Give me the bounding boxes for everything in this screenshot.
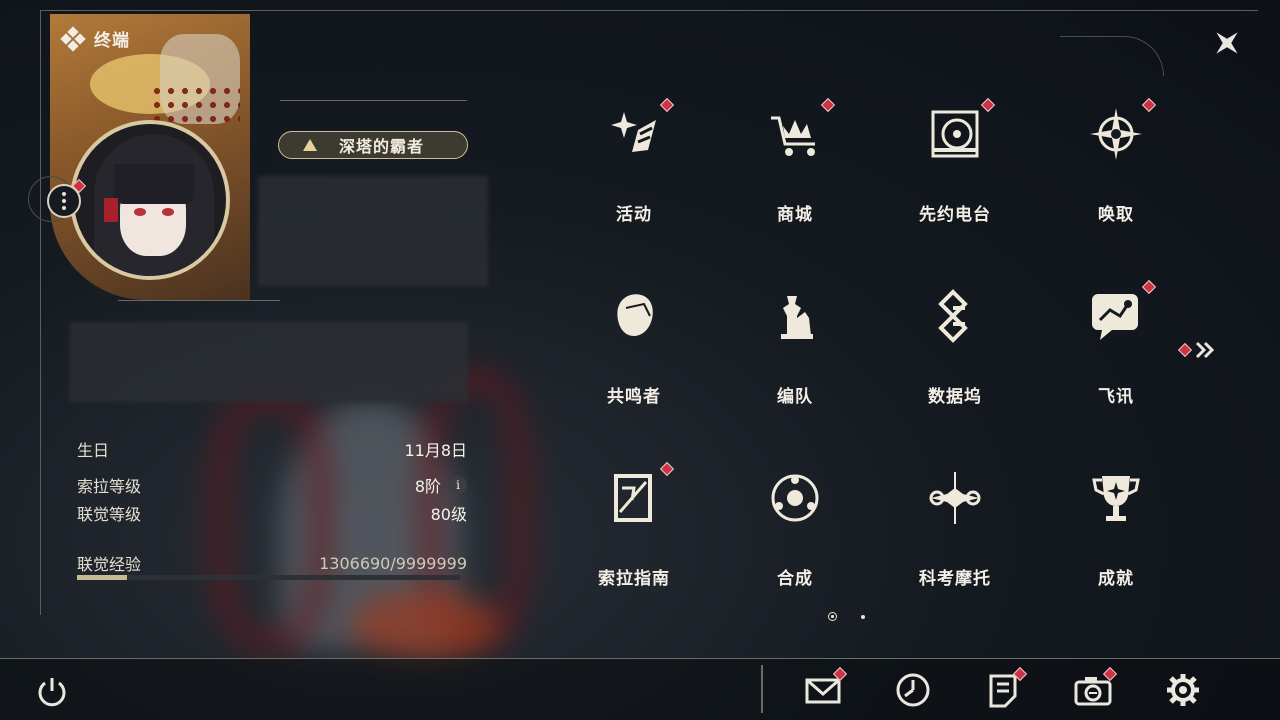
camera-button[interactable] — [1073, 666, 1118, 710]
bottom-separator — [761, 665, 763, 713]
menu-item[interactable]: 数据坞 — [875, 272, 1035, 452]
page-indicator-active[interactable] — [828, 612, 837, 621]
frame-line-left — [40, 10, 41, 615]
menu-item[interactable]: 飞讯 — [1036, 272, 1196, 452]
close-star-icon — [1216, 32, 1238, 54]
more-dots-icon — [62, 192, 66, 196]
next-page-button[interactable] — [1177, 340, 1216, 360]
synthesis-icon — [765, 468, 825, 528]
menu-item-label: 唤取 — [1098, 205, 1134, 225]
menu-item[interactable]: 编队 — [715, 272, 875, 452]
menu-item[interactable]: 先约电台 — [875, 90, 1035, 270]
clock-button[interactable] — [893, 670, 933, 710]
notify-badge — [1177, 342, 1193, 358]
menu-item[interactable]: 合成 — [715, 454, 875, 634]
avatar[interactable] — [70, 120, 230, 280]
menu-item[interactable]: 活动 — [554, 90, 714, 270]
chat-message-icon — [1086, 286, 1146, 346]
frame-line-top — [40, 10, 1258, 11]
diamond-cluster-icon — [60, 25, 86, 52]
mail-button[interactable] — [803, 666, 848, 710]
stat-value: 11月8日 — [404, 441, 467, 460]
radio-disc-icon — [925, 104, 985, 164]
stat-value: 1306690/9999999 — [319, 553, 467, 573]
menu-item-label: 成就 — [1098, 569, 1134, 589]
menu-item-label: 合成 — [777, 569, 813, 589]
guide-book-icon — [604, 468, 664, 528]
page-title-text: 终端 — [94, 31, 130, 51]
crown-cart-icon — [765, 104, 825, 164]
menu-item[interactable]: 科考摩托 — [875, 454, 1035, 634]
trophy-icon — [1086, 468, 1146, 528]
menu-item-label: 飞讯 — [1098, 387, 1134, 407]
menu-item[interactable]: 共鸣者 — [554, 272, 714, 452]
power-icon — [38, 678, 66, 707]
title-badge-text: 深塔的霸者 — [339, 137, 425, 156]
notice-button[interactable] — [983, 666, 1028, 710]
motorbike-icon — [925, 468, 985, 528]
sparkle-activity-icon — [604, 104, 664, 164]
divider — [118, 300, 280, 301]
info-icon[interactable]: i — [449, 476, 467, 494]
menu-item-label: 数据坞 — [928, 387, 982, 407]
menu-item[interactable]: 唤取 — [1036, 90, 1196, 270]
frame-curve-deco — [1060, 36, 1164, 76]
compass-star-icon — [1086, 104, 1146, 164]
settings-gear-button[interactable] — [1163, 670, 1203, 710]
stat-value: 80级 — [430, 505, 467, 524]
clock-icon — [896, 673, 930, 707]
profile-signature-blurred[interactable] — [70, 322, 468, 402]
menu-item[interactable]: 索拉指南 — [554, 454, 714, 634]
menu-item-label: 共鸣者 — [607, 387, 661, 407]
menu-item-label: 索拉指南 — [598, 569, 670, 589]
menu-item-label: 活动 — [616, 205, 652, 225]
profile-more-button[interactable] — [47, 184, 81, 218]
stat-value: 8阶 i — [415, 473, 467, 497]
triangle-emblem-icon — [303, 139, 317, 151]
menu-item-label: 科考摩托 — [919, 569, 991, 589]
menu-item-label: 先约电台 — [919, 205, 991, 225]
power-button[interactable] — [34, 674, 70, 710]
close-button[interactable] — [1206, 22, 1248, 64]
menu-item-label: 编队 — [777, 387, 813, 407]
page-indicator[interactable] — [861, 614, 865, 619]
data-dock-icon — [925, 286, 985, 346]
stat-label: 联觉经验 — [77, 555, 142, 574]
double-chevron-right-icon — [1195, 341, 1215, 359]
title-badge[interactable]: 深塔的霸者 — [278, 131, 468, 159]
page-title: 终端 — [60, 25, 130, 52]
stat-row-birthday: 生日 11月8日 — [77, 437, 467, 461]
character-head-icon — [604, 286, 664, 346]
stat-row-sola-level: 索拉等级 8阶 i — [77, 473, 467, 497]
frame-line-bottom — [0, 658, 1280, 659]
settings-gear-icon — [1167, 674, 1199, 706]
stat-label: 生日 — [77, 441, 110, 460]
menu-item[interactable]: 商城 — [715, 90, 875, 270]
stat-row-union-level: 联觉等级 80级 — [77, 501, 467, 525]
menu-item[interactable]: 成就 — [1036, 454, 1196, 634]
stat-row-union-exp: 联觉经验 1306690/9999999 — [77, 551, 467, 575]
stat-label: 索拉等级 — [77, 477, 142, 496]
exp-progress-fill — [77, 575, 127, 580]
divider — [280, 100, 467, 101]
stat-label: 联觉等级 — [77, 505, 142, 524]
profile-name-blurred — [258, 176, 488, 286]
pagination — [828, 612, 865, 621]
exp-progress-bar — [77, 575, 460, 580]
menu-item-label: 商城 — [777, 205, 813, 225]
chess-team-icon — [765, 286, 825, 346]
